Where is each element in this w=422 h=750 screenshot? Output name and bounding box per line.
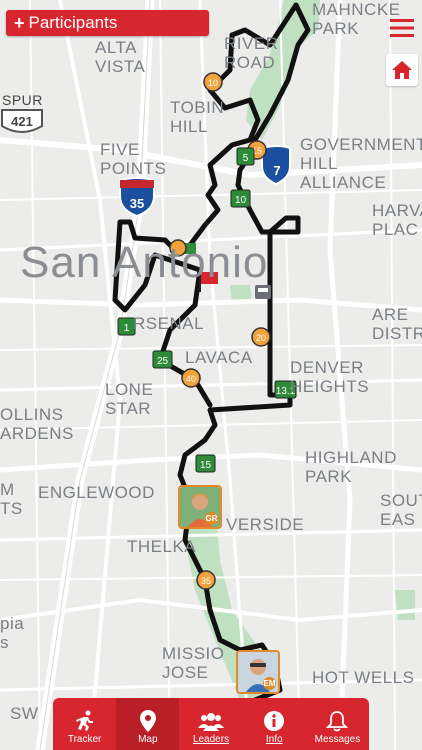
marker-green-25: 25 xyxy=(152,350,173,369)
participants-button[interactable]: + Participants xyxy=(6,10,209,36)
tab-map[interactable]: Map xyxy=(116,698,180,750)
home-button[interactable] xyxy=(386,54,418,86)
tab-label: Info xyxy=(265,734,283,745)
marker-orange-10: 10 xyxy=(203,72,223,92)
interstate-number: 35 xyxy=(130,196,144,211)
map-pin-icon xyxy=(139,710,156,732)
svg-text:10: 10 xyxy=(208,78,218,88)
tab-tracker[interactable]: Tracker xyxy=(53,698,116,750)
bell-icon xyxy=(326,711,349,732)
menu-button[interactable] xyxy=(386,12,418,44)
svg-text:1: 1 xyxy=(124,323,130,334)
marker-orange-35: 35 xyxy=(196,570,216,590)
marker-green-10: 10 xyxy=(230,189,251,208)
map-label-south-east: SOUT EAS xyxy=(380,491,422,529)
map-label-area-distr: ARE DISTR xyxy=(372,305,422,343)
map-label-san-antonio: San Antonio xyxy=(20,238,269,287)
avatar-initials: EM xyxy=(263,677,276,690)
map-label-pia: pia s xyxy=(0,614,25,652)
tab-label: Tracker xyxy=(67,734,102,745)
spur-shield-icon: 421 xyxy=(1,109,43,133)
map-label-spur: SPUR xyxy=(2,92,43,108)
map-label-m-ts: M TS xyxy=(0,480,23,518)
runner-icon xyxy=(75,710,93,731)
map-label-harvard-place: HARVA PLAC xyxy=(372,201,422,239)
tab-leaders[interactable]: Leaders xyxy=(179,698,242,750)
info-icon xyxy=(264,711,285,731)
map-label-government-hill: GOVERNMENT HILL ALLIANCE xyxy=(300,135,422,192)
map-label-hot-wells: HOT WELLS xyxy=(312,668,415,687)
tab-label: Leaders xyxy=(192,734,230,745)
map-label-englewood: ENGLEWOOD xyxy=(38,483,155,502)
participant-avatar-gr[interactable]: GR xyxy=(178,485,222,529)
map-label-lavaca: LAVACA xyxy=(185,348,253,367)
map-label-alta-vista: ALTA VISTA xyxy=(95,38,146,76)
map-label-riverside: VERSIDE xyxy=(226,515,305,534)
marker-green-15: 15 xyxy=(195,454,216,473)
svg-text:25: 25 xyxy=(157,356,169,367)
svg-text:5: 5 xyxy=(243,153,249,164)
plus-icon: + xyxy=(14,12,25,33)
avatar-initials: GR xyxy=(205,512,218,525)
marker-orange-40: 40 xyxy=(181,368,201,388)
svg-text:35: 35 xyxy=(201,576,211,586)
svg-text:40: 40 xyxy=(186,374,196,384)
hamburger-icon xyxy=(390,19,414,37)
bottom-tab-bar: Tracker Map Leaders Info Messages xyxy=(53,698,369,750)
participant-avatar-em[interactable]: EM xyxy=(236,650,280,694)
tab-label: Map xyxy=(138,734,158,745)
interstate-shield-icon: 35 xyxy=(119,177,155,218)
svg-text:10: 10 xyxy=(235,195,247,206)
map-label-denver-heights: DENVER HEIGHTS xyxy=(290,358,370,396)
interstate-partial-number: 7 xyxy=(273,163,280,178)
map-label-collins-gardens: OLLINS ARDENS xyxy=(0,405,74,443)
marker-orange-20: 20 xyxy=(251,327,271,347)
map-label-highland-park: HIGHLAND PARK xyxy=(305,448,397,486)
group-icon xyxy=(198,713,224,731)
bus-station-icon xyxy=(255,285,271,299)
map-label-river-road: RIVER ROAD xyxy=(224,34,279,72)
map-label-thelka: THELKA xyxy=(127,537,197,556)
svg-text:15: 15 xyxy=(200,460,212,471)
map-label-lone-star: LONE STAR xyxy=(105,380,154,418)
spur-number: 421 xyxy=(11,114,33,129)
svg-text:20: 20 xyxy=(256,333,266,343)
tab-messages[interactable]: Messages xyxy=(306,698,369,750)
map-label-five-points: FIVE POINTS xyxy=(100,140,167,178)
marker-green-5: 5 xyxy=(236,147,255,166)
map-label-sw: SW xyxy=(10,704,39,723)
participants-label: Participants xyxy=(28,13,118,32)
map-label-tobin-hill: TOBIN HILL xyxy=(170,98,225,136)
home-icon xyxy=(392,61,412,79)
tab-label: Messages xyxy=(314,734,361,745)
map-label-mission-jose: MISSIO JOSE xyxy=(162,644,225,682)
tab-info[interactable]: Info xyxy=(243,698,306,750)
map-label-arsenal: RSENAL xyxy=(133,314,205,333)
